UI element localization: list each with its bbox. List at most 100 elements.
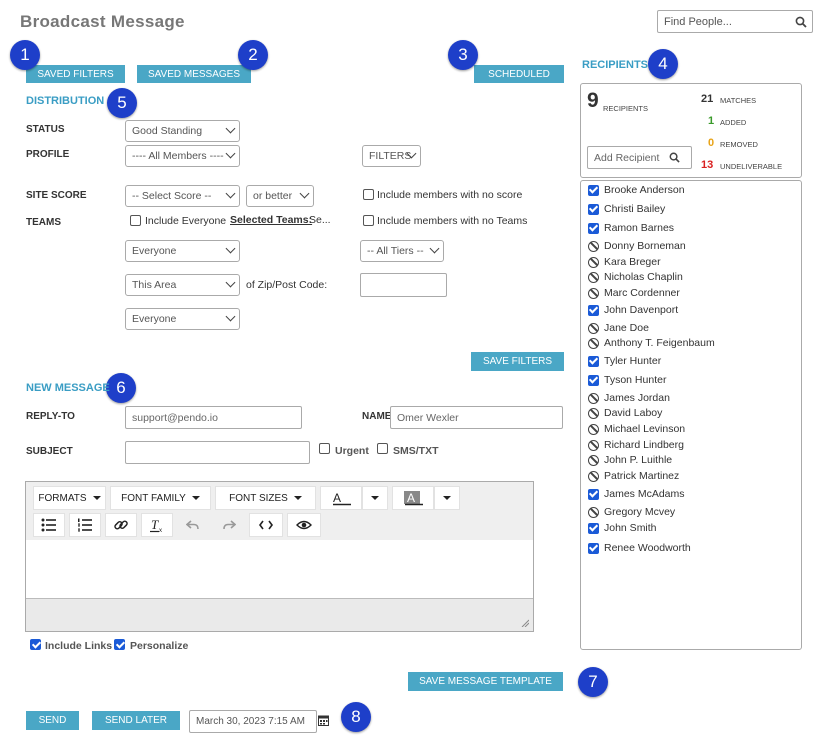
urgent-checkbox[interactable]	[319, 443, 330, 454]
recipient-item[interactable]: Anthony T. Feigenbaum	[588, 336, 715, 350]
find-people-input[interactable]: Find People...	[657, 10, 813, 33]
personalize-checkbox[interactable]	[114, 639, 125, 650]
source-code-button[interactable]	[249, 513, 283, 537]
text-color-caret[interactable]	[362, 486, 388, 510]
background-color-button[interactable]: A	[392, 486, 434, 510]
calendar-icon[interactable]	[318, 714, 329, 726]
recipient-name: Tyson Hunter	[604, 374, 667, 386]
include-links-checkbox[interactable]	[30, 639, 41, 650]
bullet-list-button[interactable]	[33, 513, 65, 537]
search-icon[interactable]	[669, 152, 680, 163]
profile-select[interactable]: ---- All Members ----	[125, 145, 240, 167]
selected-teams-link[interactable]: Selected Teams:	[230, 214, 312, 226]
insert-link-button[interactable]	[105, 513, 137, 537]
no-teams-checkbox[interactable]	[363, 215, 374, 226]
checkbox-checked-icon[interactable]	[588, 374, 599, 386]
recipient-item[interactable]: Christi Bailey	[588, 202, 665, 216]
recipient-item[interactable]: Ramon Barnes	[588, 221, 674, 235]
saved-messages-button[interactable]: SAVED MESSAGES	[137, 65, 251, 83]
recipient-item[interactable]: John Davenport	[588, 303, 678, 317]
scheduled-button[interactable]: SCHEDULED	[474, 65, 564, 83]
zip-input[interactable]	[360, 273, 447, 297]
blocked-icon[interactable]	[588, 439, 599, 451]
sms-checkbox[interactable]	[377, 443, 388, 454]
svg-text:A: A	[407, 491, 415, 505]
recipient-name: Patrick Martinez	[604, 470, 680, 482]
save-filters-button[interactable]: SAVE FILTERS	[471, 352, 564, 371]
font-family-dropdown[interactable]: FONT FAMILY	[110, 486, 211, 510]
recipient-item[interactable]: Patrick Martinez	[588, 469, 679, 483]
recipient-item[interactable]: Renee Woodworth	[588, 541, 691, 555]
schedule-date-input[interactable]: March 30, 2023 7:15 AM	[189, 710, 317, 733]
score-modifier-select[interactable]: or better	[246, 185, 314, 207]
blocked-icon[interactable]	[588, 407, 599, 419]
tiers-select[interactable]: -- All Tiers --	[360, 240, 444, 262]
blocked-icon[interactable]	[588, 337, 599, 349]
checkbox-checked-icon[interactable]	[588, 522, 599, 534]
editor-content-area[interactable]	[26, 540, 533, 598]
recipient-item[interactable]: Nicholas Chaplin	[588, 270, 683, 284]
checkbox-checked-icon[interactable]	[588, 488, 599, 500]
background-color-caret[interactable]	[434, 486, 460, 510]
recipient-item[interactable]: Marc Cordenner	[588, 286, 680, 300]
redo-button[interactable]	[213, 513, 245, 537]
recipient-item[interactable]: John P. Luithle	[588, 453, 672, 467]
blocked-icon[interactable]	[588, 454, 599, 466]
checkbox-checked-icon[interactable]	[588, 222, 599, 234]
text-color-button[interactable]: A	[320, 486, 362, 510]
clear-formatting-button[interactable]: Tx	[141, 513, 173, 537]
blocked-icon[interactable]	[588, 240, 599, 252]
save-message-template-button[interactable]: SAVE MESSAGE TEMPLATE	[408, 672, 563, 691]
recipient-item[interactable]: Brooke Anderson	[588, 183, 685, 197]
checkbox-checked-icon[interactable]	[588, 203, 599, 215]
font-sizes-dropdown[interactable]: FONT SIZES	[215, 486, 316, 510]
area-select[interactable]: This Area	[125, 274, 240, 296]
status-select[interactable]: Good Standing	[125, 120, 240, 142]
recipient-item[interactable]: Jane Doe	[588, 321, 649, 335]
numbered-list-button[interactable]	[69, 513, 101, 537]
blocked-icon[interactable]	[588, 506, 599, 518]
name-input[interactable]: Omer Wexler	[390, 406, 563, 429]
checkbox-checked-icon[interactable]	[588, 184, 599, 196]
checkbox-checked-icon[interactable]	[588, 355, 599, 367]
send-later-button[interactable]: SEND LATER	[92, 711, 180, 730]
blocked-icon[interactable]	[588, 256, 599, 268]
score-select[interactable]: -- Select Score --	[125, 185, 240, 207]
add-recipient-input[interactable]: Add Recipient	[587, 146, 692, 169]
blocked-icon[interactable]	[588, 470, 599, 482]
recipient-item[interactable]: Tyler Hunter	[588, 354, 661, 368]
third-select[interactable]: Everyone	[125, 308, 240, 330]
checkbox-checked-icon[interactable]	[588, 304, 599, 316]
subject-input[interactable]	[125, 441, 310, 464]
recipient-item[interactable]: Kara Breger	[588, 255, 661, 269]
blocked-icon[interactable]	[588, 392, 599, 404]
undo-button[interactable]	[177, 513, 209, 537]
resize-handle-icon[interactable]	[521, 619, 529, 627]
recipient-item[interactable]: Gregory Mcvey	[588, 505, 675, 519]
send-button[interactable]: SEND	[26, 711, 79, 730]
recipient-item[interactable]: James McAdams	[588, 487, 685, 501]
preview-button[interactable]	[287, 513, 321, 537]
recipient-name: Jane Doe	[604, 322, 649, 334]
checkbox-checked-icon[interactable]	[588, 542, 599, 554]
recipient-item[interactable]: Michael Levinson	[588, 422, 685, 436]
recipient-item[interactable]: David Laboy	[588, 406, 662, 420]
recipient-item[interactable]: James Jordan	[588, 391, 670, 405]
recipient-item[interactable]: John Smith	[588, 521, 657, 535]
filters-select[interactable]: FILTERS	[362, 145, 421, 167]
include-everyone-checkbox[interactable]	[130, 215, 141, 226]
blocked-icon[interactable]	[588, 423, 599, 435]
recipients-heading: RECIPIENTS	[582, 59, 649, 71]
recipient-item[interactable]: Richard Lindberg	[588, 438, 684, 452]
blocked-icon[interactable]	[588, 322, 599, 334]
formats-dropdown[interactable]: FORMATS	[33, 486, 106, 510]
blocked-icon[interactable]	[588, 287, 599, 299]
recipient-item[interactable]: Donny Borneman	[588, 239, 686, 253]
saved-filters-button[interactable]: SAVED FILTERS	[26, 65, 125, 83]
reply-to-input[interactable]: support@pendo.io	[125, 406, 302, 429]
teams-select[interactable]: Everyone	[125, 240, 240, 262]
recipient-item[interactable]: Tyson Hunter	[588, 373, 666, 387]
no-score-checkbox[interactable]	[363, 189, 374, 200]
search-icon[interactable]	[795, 16, 807, 28]
blocked-icon[interactable]	[588, 271, 599, 283]
